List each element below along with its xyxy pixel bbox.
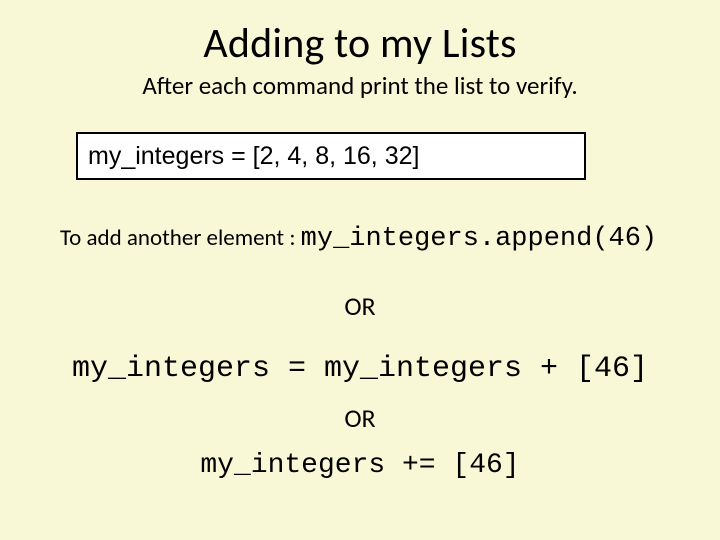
- slide-subtitle: After each command print the list to ver…: [0, 70, 720, 101]
- augmented-assign-code: my_integers += [46]: [0, 450, 720, 481]
- concat-code: my_integers = my_integers + [46]: [0, 352, 720, 386]
- or-separator-1: OR: [0, 290, 720, 322]
- code-box-text: my_integers = [2, 4, 8, 16, 32]: [88, 142, 419, 171]
- add-element-line: To add another element : my_integers.app…: [60, 224, 700, 254]
- slide: Adding to my Lists After each command pr…: [0, 0, 720, 540]
- or-separator-2: OR: [0, 402, 720, 434]
- append-code: my_integers.append(46): [301, 224, 657, 254]
- add-element-label: To add another element :: [60, 224, 301, 252]
- slide-title: Adding to my Lists: [0, 18, 720, 69]
- code-box: my_integers = [2, 4, 8, 16, 32]: [76, 132, 586, 180]
